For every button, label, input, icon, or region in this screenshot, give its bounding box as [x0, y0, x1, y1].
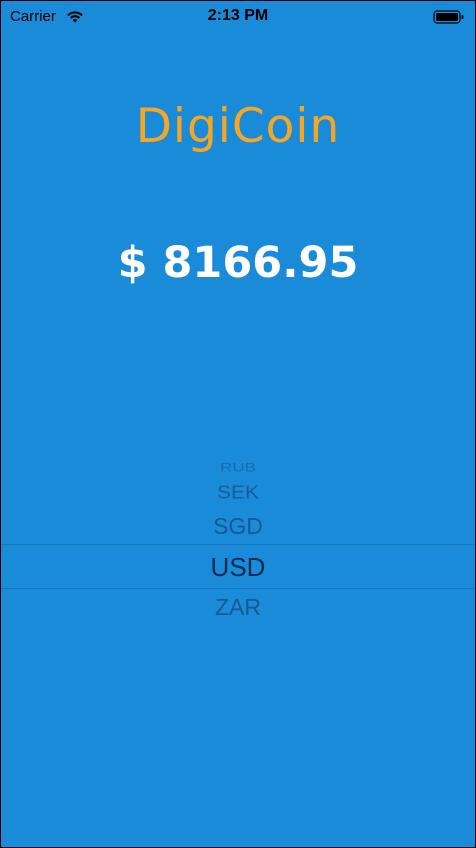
picker-option[interactable]: SEK [1, 482, 475, 504]
status-bar: Carrier 2:13 PM [1, 1, 475, 33]
picker-option[interactable]: RUB [1, 461, 475, 475]
picker-option[interactable]: SGD [1, 513, 475, 540]
price-label: $ 8166.95 [117, 238, 359, 288]
currency-picker[interactable]: RUB SEK SGD USD ZAR [1, 441, 475, 631]
status-time: 2:13 PM [207, 7, 269, 24]
app-screen: Carrier 2:13 PM DigiCoin $ 8166.95 RUB S… [1, 1, 475, 847]
picker-option-selected[interactable]: USD [1, 552, 475, 583]
app-title: DigiCoin [135, 99, 341, 154]
picker-option[interactable]: ZAR [1, 594, 475, 621]
battery-full-icon [433, 10, 464, 24]
